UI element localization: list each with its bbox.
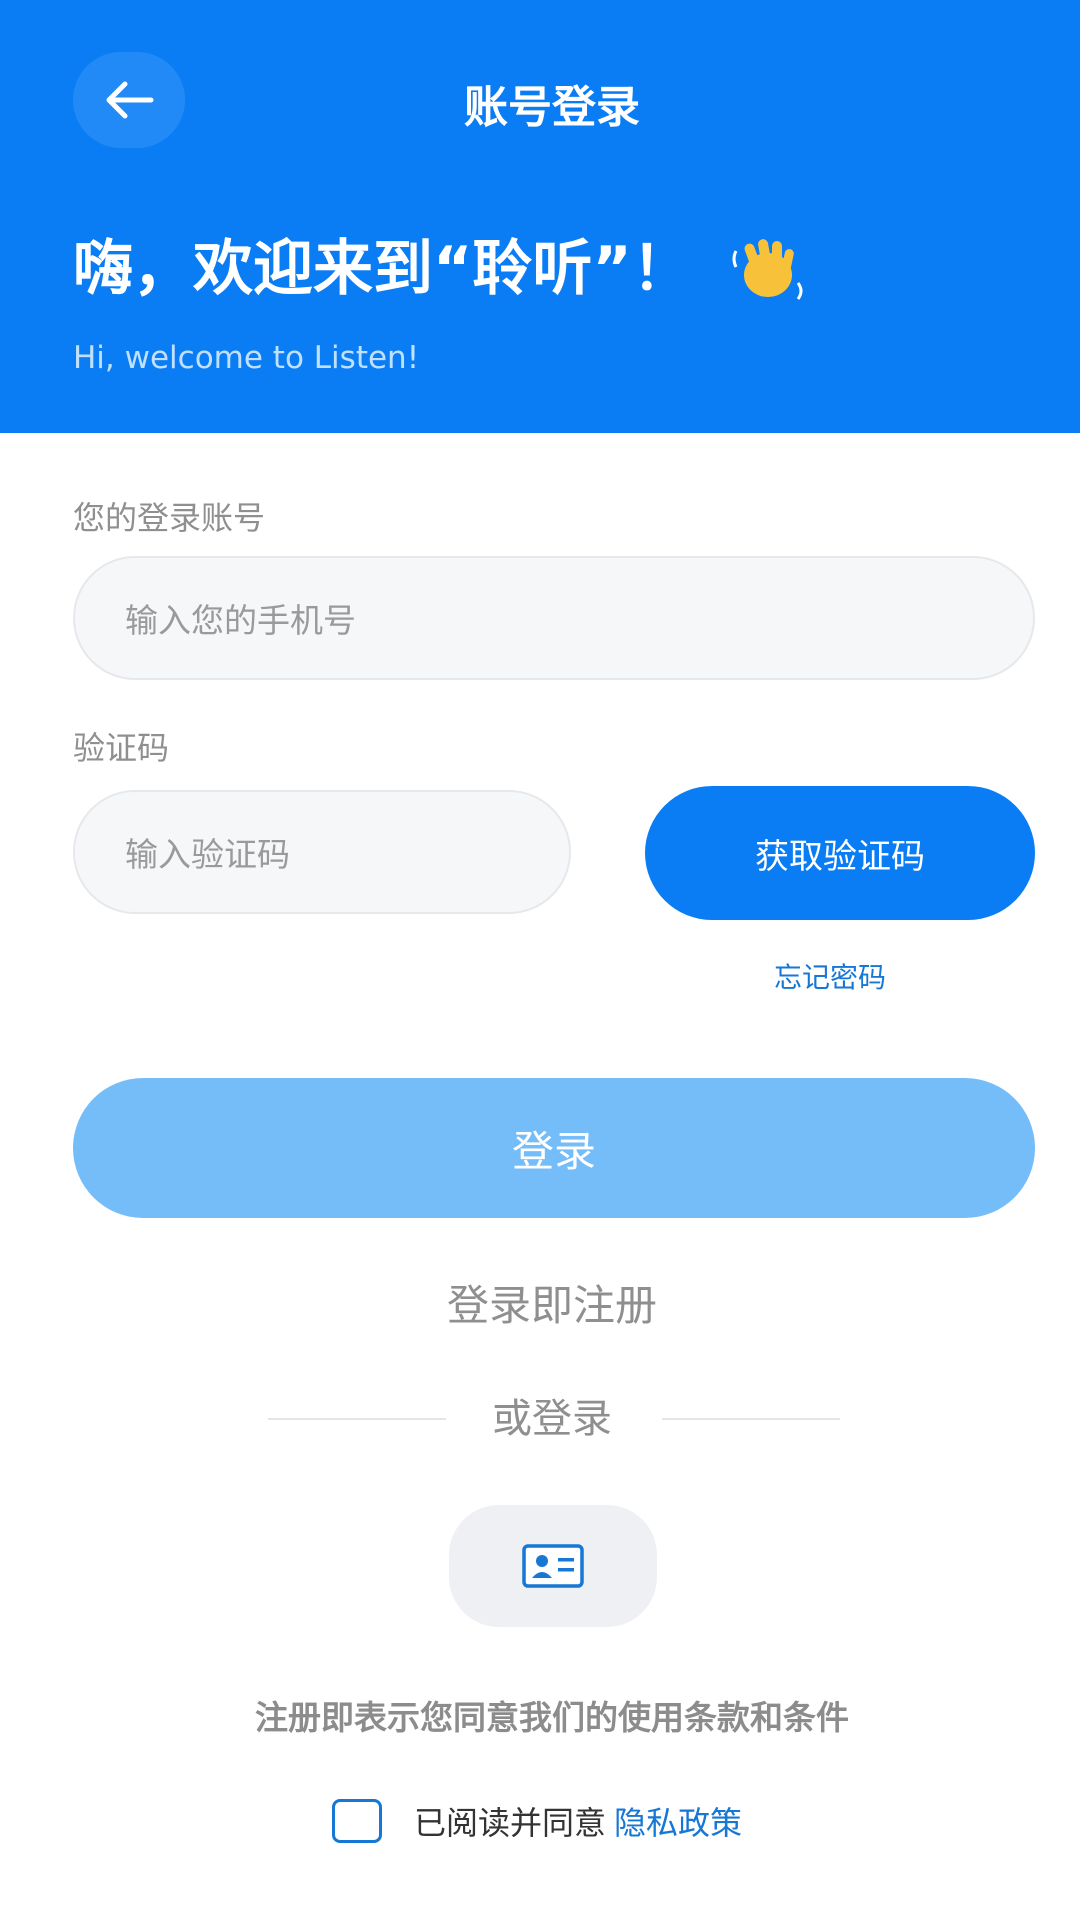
privacy-policy-link[interactable]: 隐私政策 bbox=[614, 1798, 742, 1844]
header: 账号登录 嗨，欢迎来到“聆听”！ Hi, welcome to Listen! bbox=[0, 0, 1080, 433]
agree-text: 已阅读并同意 bbox=[414, 1804, 607, 1842]
account-label: 您的登录账号 bbox=[73, 499, 266, 537]
welcome-heading: 嗨，欢迎来到“聆听”！ bbox=[73, 232, 808, 306]
waving-hand-icon bbox=[732, 239, 803, 300]
welcome-subtitle: Hi, welcome to Listen! bbox=[73, 340, 420, 376]
page-title: 账号登录 bbox=[464, 82, 640, 133]
register-note: 登录即注册 bbox=[446, 1281, 657, 1330]
agreement-row: 已阅读并同意 隐私政策 bbox=[332, 1796, 742, 1846]
id-card-login-button[interactable] bbox=[449, 1505, 657, 1627]
id-card-icon bbox=[522, 1544, 584, 1588]
phone-input[interactable]: 输入您的手机号 bbox=[73, 556, 1035, 680]
welcome-text: 嗨，欢迎来到“聆听”！ bbox=[73, 234, 692, 304]
terms-notice: 注册即表示您同意我们的使用条款和条件 bbox=[255, 1698, 849, 1737]
agree-checkbox[interactable] bbox=[332, 1799, 382, 1843]
get-code-button[interactable]: 获取验证码 bbox=[645, 786, 1035, 920]
or-login-text: 或登录 bbox=[492, 1396, 612, 1442]
login-button[interactable]: 登录 bbox=[73, 1078, 1035, 1218]
code-label: 验证码 bbox=[73, 729, 170, 767]
code-input[interactable]: 输入验证码 bbox=[73, 790, 571, 914]
forgot-password-link[interactable]: 忘记密码 bbox=[700, 958, 960, 998]
